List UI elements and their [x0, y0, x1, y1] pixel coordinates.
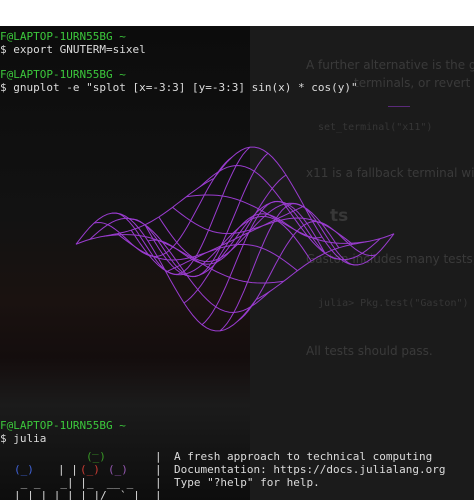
doc-link-underline: [388, 106, 410, 107]
julia-logo-blue-dot-icon: (_): [14, 463, 34, 476]
surface-mesh-line: [172, 206, 353, 245]
julia-logo-letter-icon: | |: [58, 463, 78, 476]
surface-mesh-line: [199, 164, 381, 261]
gnuplot-sixel-plot: [75, 146, 395, 332]
doc-line: terminals, or revert t: [354, 76, 474, 90]
surface-mesh-line: [129, 152, 269, 278]
surface-mesh-line: [201, 200, 341, 326]
surface-mesh-line: [117, 233, 298, 272]
surface-mesh-line: [219, 203, 359, 332]
shell-prompt: F@LAPTOP-1URN55BG ~: [0, 419, 126, 432]
surface-mesh-line: [89, 217, 271, 314]
shell-command: $ gnuplot -e "splot [x=-3:3] [y=-3:3] si…: [0, 81, 358, 94]
doc-line: A further alternative is the gr: [306, 58, 474, 72]
banner-divider: |: [155, 450, 162, 463]
banner-docs-link[interactable]: Documentation: https://docs.julialang.or…: [174, 463, 446, 476]
surface-mesh-line: [255, 233, 395, 301]
surface-mesh-line: [75, 212, 257, 332]
terminal-window[interactable]: A further alternative is the gr terminal…: [0, 26, 474, 500]
surface-mesh-line: [111, 146, 251, 275]
julia-logo-green-dot-icon: (_): [86, 450, 106, 463]
surface-mesh-line: [213, 146, 395, 266]
window-top-strip: [0, 0, 474, 26]
banner-divider: |: [155, 489, 162, 500]
banner-tagline: A fresh approach to technical computing: [174, 450, 433, 463]
banner-divider: |: [155, 463, 162, 476]
julia-logo-letter-icon: _ _ _| |_ __ _: [14, 476, 134, 489]
shell-prompt: F@LAPTOP-1URN55BG ~: [0, 30, 126, 43]
julia-logo-red-dot-icon: (_): [80, 463, 100, 476]
julia-startup-banner: _ (_) (_) (_) (_) | | _ _ _| |_ __ _ | |…: [0, 442, 474, 500]
julia-logo-purple-dot-icon: (_): [108, 463, 128, 476]
banner-help-hint: Type "?help" for help.: [174, 476, 320, 489]
surface-mesh-line: [75, 177, 215, 245]
screenshot-stage: A further alternative is the gr terminal…: [0, 0, 474, 500]
shell-command: $ export GNUTERM=sixel: [0, 43, 146, 56]
surface-mesh-line: [158, 202, 340, 263]
banner-divider: |: [155, 476, 162, 489]
julia-logo-letter-icon: | | | | | | |/ _` |: [14, 489, 140, 500]
surface-mesh-line: [130, 215, 312, 276]
shell-prompt: F@LAPTOP-1URN55BG ~: [0, 68, 126, 81]
